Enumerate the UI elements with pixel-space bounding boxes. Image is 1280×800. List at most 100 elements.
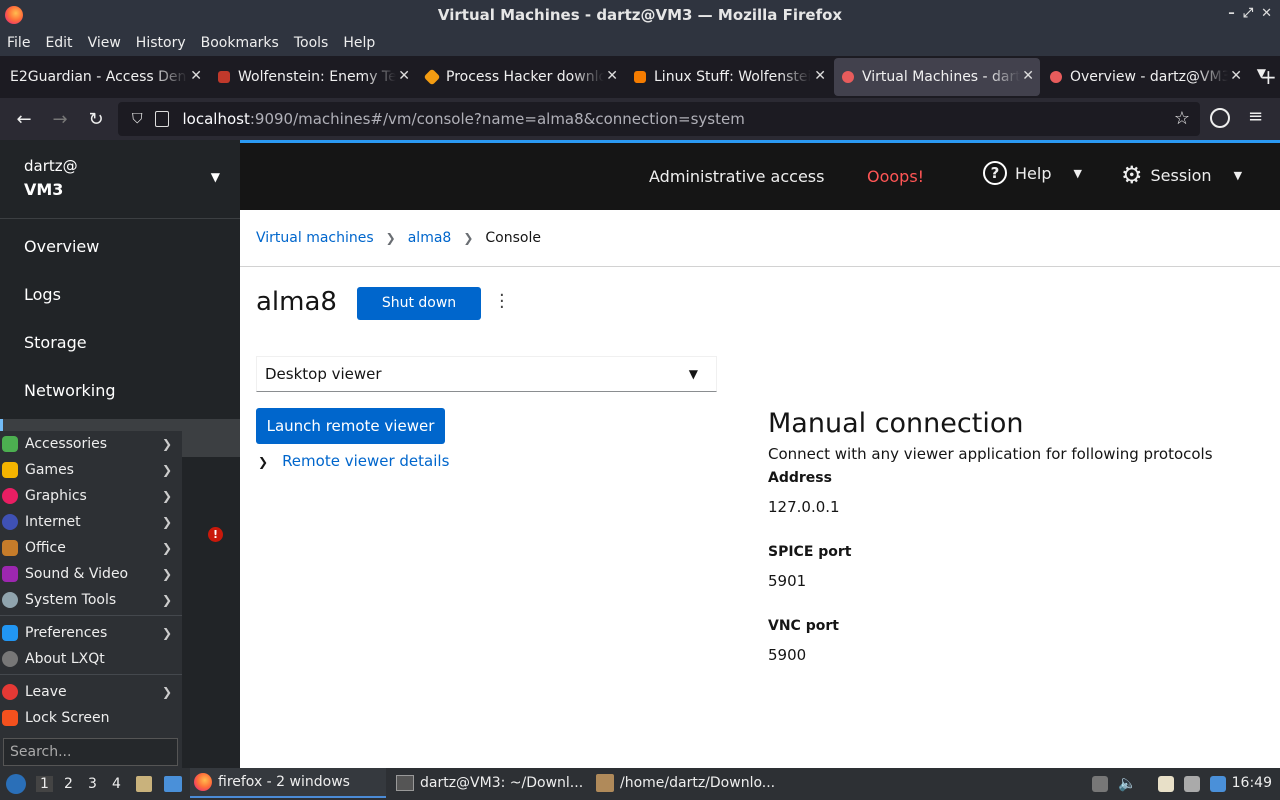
preferences-icon bbox=[2, 625, 18, 641]
menu-item-label: Internet bbox=[25, 514, 81, 530]
menu-file[interactable]: File bbox=[7, 35, 30, 51]
menu-view[interactable]: View bbox=[88, 35, 121, 51]
account-icon[interactable] bbox=[1210, 108, 1230, 128]
firefox-icon bbox=[5, 6, 23, 24]
tab-overview[interactable]: Overview - dartz@VM3 ✕ bbox=[1042, 58, 1248, 96]
close-tab-icon[interactable]: ✕ bbox=[814, 68, 826, 84]
network-icon[interactable] bbox=[1184, 776, 1200, 792]
caret-down-icon[interactable]: ▼ bbox=[211, 170, 220, 184]
menu-bookmarks[interactable]: Bookmarks bbox=[201, 35, 279, 51]
bookmark-star-icon[interactable]: ☆ bbox=[1174, 108, 1190, 129]
menu-item-label: Office bbox=[25, 540, 66, 556]
remote-viewer-details-link[interactable]: Remote viewer details bbox=[282, 452, 449, 470]
close-tab-icon[interactable]: ✕ bbox=[1230, 68, 1242, 84]
url-host: localhost bbox=[182, 110, 250, 128]
menu-item-label: Sound & Video bbox=[25, 566, 129, 582]
menu-item-label: Preferences bbox=[25, 625, 108, 641]
clock[interactable]: 16:49 bbox=[1232, 775, 1272, 791]
page-title: alma8 bbox=[256, 287, 337, 317]
close-tab-icon[interactable]: ✕ bbox=[606, 68, 618, 84]
tab-wolfenstein[interactable]: Wolfenstein: Enemy Te ✕ bbox=[210, 58, 416, 96]
show-desktop-icon[interactable] bbox=[164, 776, 182, 792]
host-name: VM3 bbox=[24, 180, 64, 199]
shut-down-button[interactable]: Shut down bbox=[357, 287, 481, 320]
close-tab-icon[interactable]: ✕ bbox=[1022, 68, 1034, 84]
task-firefox[interactable]: firefox - 2 windows bbox=[190, 768, 386, 798]
breadcrumb-vm[interactable]: alma8 bbox=[408, 230, 452, 246]
forward-icon[interactable]: → bbox=[42, 109, 78, 130]
desktop-1[interactable]: 1 bbox=[36, 776, 53, 792]
shield-icon[interactable]: ⛉ bbox=[132, 111, 143, 127]
lxqt-menu-icon[interactable] bbox=[6, 774, 26, 794]
desktop-2[interactable]: 2 bbox=[64, 776, 73, 792]
desktop-4[interactable]: 4 bbox=[112, 776, 121, 792]
sidebar-item-networking[interactable]: Networking bbox=[24, 381, 116, 400]
file-manager-icon[interactable] bbox=[136, 776, 152, 792]
oops-button[interactable]: Ooops! bbox=[867, 167, 924, 186]
gear-icon: ⚙ bbox=[1121, 161, 1143, 189]
console-type-select[interactable]: Desktop viewer ▼ bbox=[256, 356, 717, 392]
menu-item-office[interactable]: Office ❯ bbox=[0, 535, 182, 561]
menu-history[interactable]: History bbox=[136, 35, 186, 51]
close-window-icon[interactable]: ✕ bbox=[1261, 6, 1272, 21]
remote-viewer-details-toggle[interactable]: ❯ Remote viewer details bbox=[258, 452, 449, 470]
menu-item-sound-video[interactable]: Sound & Video ❯ bbox=[0, 561, 182, 587]
menu-item-lock-screen[interactable]: Lock Screen bbox=[0, 705, 182, 731]
menu-item-system-tools[interactable]: System Tools ❯ bbox=[0, 587, 182, 613]
menu-item-games[interactable]: Games ❯ bbox=[0, 457, 182, 483]
chevron-right-icon: ❯ bbox=[385, 231, 396, 245]
close-tab-icon[interactable]: ✕ bbox=[190, 68, 202, 84]
menu-item-accessories[interactable]: Accessories ❯ bbox=[0, 431, 182, 457]
help-menu[interactable]: ? Help ▼ bbox=[983, 161, 1082, 185]
breadcrumb-current: Console bbox=[485, 230, 541, 246]
hamburger-menu-icon[interactable]: ≡ bbox=[1248, 106, 1263, 127]
sidebar-item-logs[interactable]: Logs bbox=[24, 285, 61, 304]
kebab-menu-icon[interactable]: · · · bbox=[499, 287, 505, 317]
administrative-access-button[interactable]: Administrative access bbox=[649, 167, 824, 186]
reload-icon[interactable]: ↻ bbox=[78, 109, 114, 130]
clipboard-icon[interactable] bbox=[1158, 776, 1174, 792]
session-menu[interactable]: ⚙ Session ▼ bbox=[1121, 161, 1242, 189]
tab-e2guardian[interactable]: E2Guardian - Access Deni ✕ bbox=[2, 58, 208, 96]
chevron-right-icon: ❯ bbox=[161, 463, 172, 477]
internet-icon bbox=[2, 514, 18, 530]
list-tabs-icon[interactable]: ▼ bbox=[1257, 66, 1266, 80]
menu-item-leave[interactable]: Leave ❯ bbox=[0, 679, 182, 705]
favicon-icon bbox=[423, 68, 441, 86]
maximize-icon[interactable]: ⤢ bbox=[1243, 6, 1253, 21]
desktop-3[interactable]: 3 bbox=[88, 776, 97, 792]
tab-virtual-machines[interactable]: Virtual Machines - dartz ✕ bbox=[834, 58, 1040, 96]
breadcrumb-virtual-machines[interactable]: Virtual machines bbox=[256, 230, 374, 246]
task-file-manager[interactable]: /home/dartz/Downlo... bbox=[592, 768, 788, 798]
task-terminal[interactable]: dartz@VM3: ~/Downl... bbox=[392, 768, 588, 798]
host-user: dartz@ bbox=[24, 157, 78, 175]
updates-icon[interactable] bbox=[1210, 776, 1226, 792]
url-bar[interactable]: ⛉ localhost:9090/machines#/vm/console?na… bbox=[118, 102, 1200, 136]
tray-eject-icon[interactable] bbox=[1092, 776, 1108, 792]
host-switcher[interactable]: dartz@ VM3 bbox=[24, 154, 78, 202]
menu-edit[interactable]: Edit bbox=[45, 35, 72, 51]
menu-search-input[interactable]: Search... bbox=[3, 738, 178, 766]
launch-remote-viewer-button[interactable]: Launch remote viewer bbox=[256, 408, 445, 444]
back-icon[interactable]: ← bbox=[6, 109, 42, 130]
divider bbox=[0, 218, 240, 219]
menu-item-internet[interactable]: Internet ❯ bbox=[0, 509, 182, 535]
menu-help[interactable]: Help bbox=[343, 35, 375, 51]
menu-item-graphics[interactable]: Graphics ❯ bbox=[0, 483, 182, 509]
sidebar-item-overview[interactable]: Overview bbox=[24, 237, 99, 256]
tab-linux-stuff[interactable]: Linux Stuff: Wolfenstei ✕ bbox=[626, 58, 832, 96]
select-value: Desktop viewer bbox=[265, 365, 382, 383]
tab-bar: E2Guardian - Access Deni ✕ Wolfenstein: E… bbox=[0, 56, 1280, 98]
cockpit-header: Administrative access Ooops! ? Help ▼ ⚙ … bbox=[240, 140, 1280, 210]
minimize-icon[interactable]: – bbox=[1228, 6, 1235, 21]
volume-icon[interactable]: 🔈 bbox=[1118, 774, 1137, 792]
menu-item-about-lxqt[interactable]: About LXQt bbox=[0, 646, 182, 672]
menu-item-label: Lock Screen bbox=[25, 710, 110, 726]
tab-process-hacker[interactable]: Process Hacker downlo ✕ bbox=[418, 58, 624, 96]
sidebar-item-storage[interactable]: Storage bbox=[24, 333, 87, 352]
menu-tools[interactable]: Tools bbox=[294, 35, 329, 51]
close-tab-icon[interactable]: ✕ bbox=[398, 68, 410, 84]
terminal-icon bbox=[396, 775, 414, 791]
menu-item-preferences[interactable]: Preferences ❯ bbox=[0, 620, 182, 646]
menu-item-label: Games bbox=[25, 462, 74, 478]
